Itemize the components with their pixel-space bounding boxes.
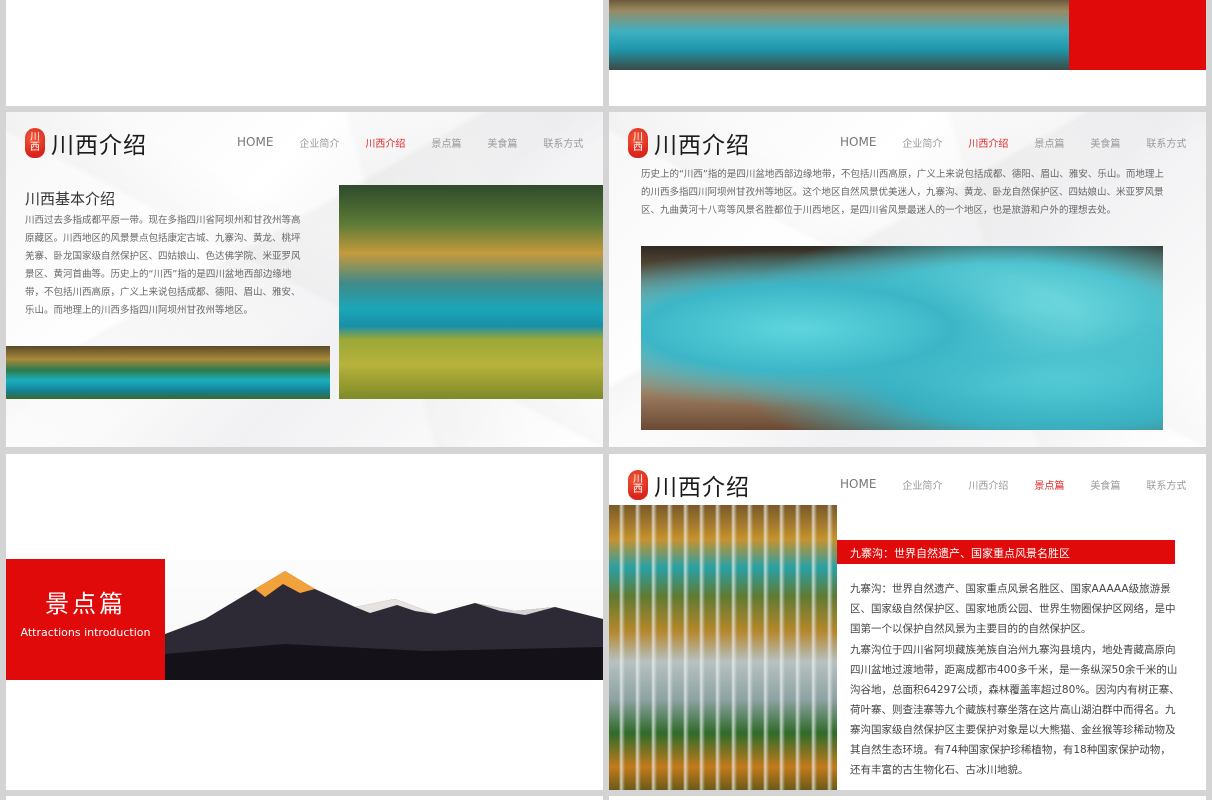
- seal-icon: 川西: [25, 128, 45, 158]
- nav-food[interactable]: 美食篇: [1090, 135, 1120, 150]
- slide-thumbnail-basic-intro[interactable]: 川西 川西介绍 HOME 企业简介 川西介绍 景点篇 美食篇 联系方式 川西基本…: [6, 112, 603, 447]
- slide-thumbnail-blank-top-left[interactable]: [6, 0, 603, 106]
- slide-thumbnail-lake-top-right[interactable]: [609, 0, 1206, 106]
- brand-title: 川西介绍: [51, 133, 147, 159]
- lake-photo: [609, 0, 1069, 70]
- brand-title: 川西介绍: [654, 133, 750, 159]
- travertine-pools-photo: [641, 246, 1163, 430]
- section-heading: 川西基本介绍: [25, 190, 116, 208]
- slide-thumbnail-bottom-right[interactable]: [609, 796, 1206, 800]
- lake-photo: [339, 185, 603, 399]
- brand-logo: 川西 川西介绍: [628, 468, 750, 502]
- mountain-silhouette: [165, 571, 603, 680]
- attraction-paragraph-1: 九寨沟：世界自然遗产、国家重点风景名胜区、国家AAAAA级旅游景区、国家级自然保…: [850, 583, 1176, 635]
- brand-title: 川西介绍: [654, 475, 750, 501]
- slide-thumbnail-bottom-left[interactable]: [6, 796, 603, 800]
- attraction-banner-text: 九寨沟：世界自然遗产、国家重点风景名胜区: [850, 547, 1070, 560]
- nav-company[interactable]: 企业简介: [902, 477, 942, 492]
- slide-thumbnail-attractions-cover[interactable]: 景点篇 Attractions introduction: [6, 454, 603, 790]
- nav-chuanxi[interactable]: 川西介绍: [365, 135, 405, 150]
- seal-icon: 川西: [628, 128, 648, 158]
- nav-food[interactable]: 美食篇: [487, 135, 517, 150]
- brand-logo: 川西 川西介绍: [25, 126, 147, 160]
- intro-paragraph: 川西过去多指成都平原一带。现在多指四川省阿坝州和甘孜州等高原藏区。川西地区的风景…: [25, 215, 301, 316]
- nav-company[interactable]: 企业简介: [299, 135, 339, 150]
- slide-thumbnail-jiuzhaigou[interactable]: 川西 川西介绍 HOME 企业简介 川西介绍 景点篇 美食篇 联系方式 九寨沟：…: [609, 454, 1206, 790]
- section-title: 景点篇: [45, 590, 126, 618]
- red-accent-block: [1069, 0, 1206, 70]
- nav-home[interactable]: HOME: [840, 135, 876, 150]
- section-title-block: [6, 559, 165, 680]
- nav-attractions[interactable]: 景点篇: [1034, 135, 1064, 150]
- nav-attractions[interactable]: 景点篇: [1034, 477, 1064, 492]
- section-subtitle: Attractions introduction: [20, 626, 151, 639]
- nav-food[interactable]: 美食篇: [1090, 477, 1120, 492]
- nav-company[interactable]: 企业简介: [902, 135, 942, 150]
- mountain-photo: [165, 559, 603, 680]
- nav-home[interactable]: HOME: [840, 477, 876, 492]
- slide-thumbnail-history[interactable]: 川西 川西介绍 HOME 企业简介 川西介绍 景点篇 美食篇 联系方式 历史上的…: [609, 112, 1206, 447]
- brand-logo: 川西 川西介绍: [628, 126, 750, 160]
- top-nav: HOME 企业简介 川西介绍 景点篇 美食篇 联系方式: [237, 135, 603, 150]
- waterfall-photo: [609, 505, 837, 790]
- nav-home[interactable]: HOME: [237, 135, 273, 150]
- nav-attractions[interactable]: 景点篇: [431, 135, 461, 150]
- nav-chuanxi[interactable]: 川西介绍: [968, 135, 1008, 150]
- nav-contact[interactable]: 联系方式: [1146, 477, 1186, 492]
- attraction-paragraph-2: 九寨沟位于四川省阿坝藏族羌族自治州九寨沟县境内，地处青藏高原向四川盆地过渡地带，…: [850, 644, 1180, 776]
- top-nav: HOME 企业简介 川西介绍 景点篇 美食篇 联系方式: [840, 477, 1206, 492]
- nav-contact[interactable]: 联系方式: [543, 135, 583, 150]
- seal-icon: 川西: [628, 470, 648, 500]
- top-nav: HOME 企业简介 川西介绍 景点篇 美食篇 联系方式: [840, 135, 1206, 150]
- lake-strip-photo: [6, 346, 330, 399]
- nav-contact[interactable]: 联系方式: [1146, 135, 1186, 150]
- history-paragraph: 历史上的“川西”指的是四川盆地西部边缘地带，不包括川西高原，广义上来说包括成都、…: [641, 169, 1164, 216]
- nav-chuanxi[interactable]: 川西介绍: [968, 477, 1008, 492]
